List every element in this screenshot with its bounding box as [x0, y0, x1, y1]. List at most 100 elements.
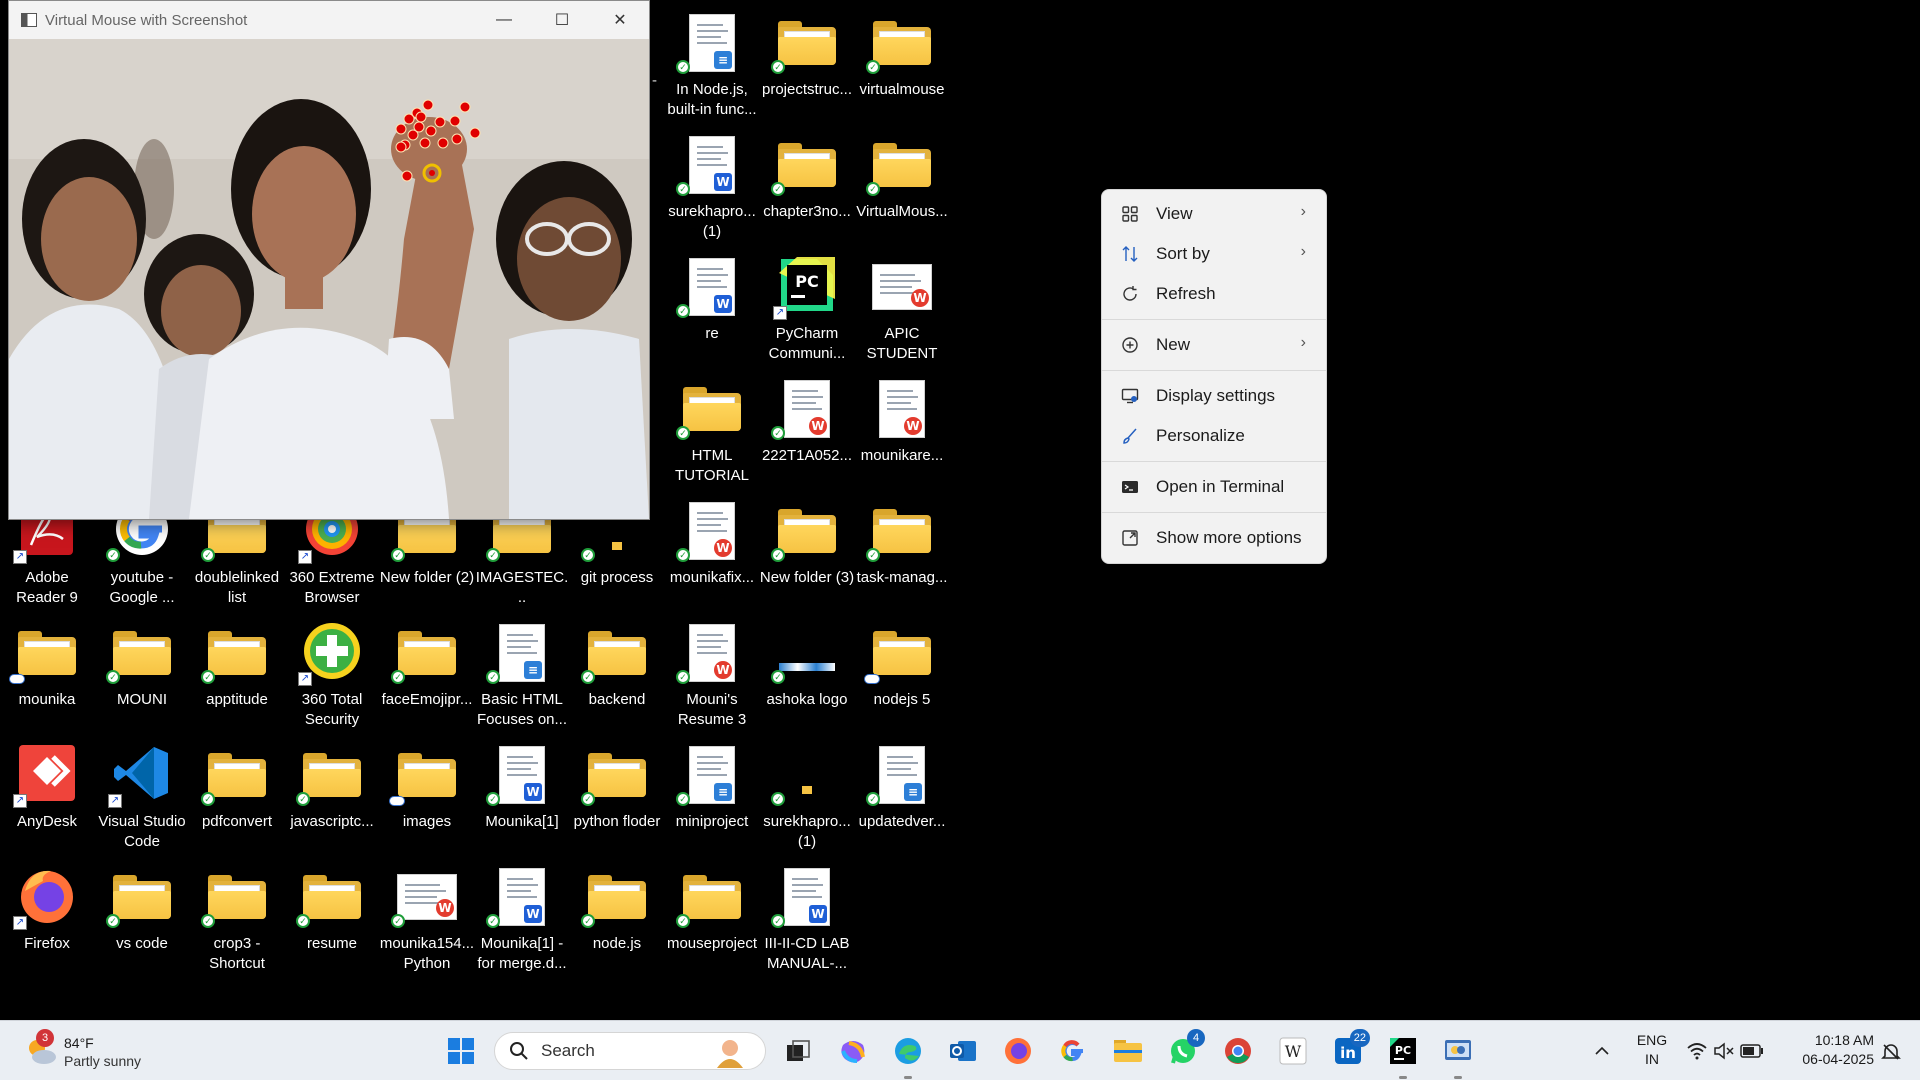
- close-button[interactable]: ✕: [591, 1, 649, 39]
- desktop-icon-222t1a[interactable]: W ✓ 222T1A052...: [761, 374, 853, 492]
- desktop-icon-nodejs5[interactable]: nodejs 5: [856, 618, 948, 736]
- desktop-icon-resume[interactable]: ✓ resume: [286, 862, 378, 980]
- desktop-icon-mounikafix[interactable]: W ✓ mounikafix...: [666, 496, 758, 614]
- edge-button[interactable]: [888, 1031, 928, 1079]
- desktop-icon-surekhapro1b[interactable]: ✓ surekhapro... (1): [761, 740, 853, 858]
- menu-item-display-settings[interactable]: Display settings: [1102, 376, 1326, 416]
- region-code: IN: [1645, 1051, 1659, 1067]
- clock[interactable]: 10:18 AM 06-04-2025: [1778, 1031, 1874, 1071]
- desktop-icon-faceemoji[interactable]: ✓ faceEmojipr...: [381, 618, 473, 736]
- desktop-icon-label: Mounika[1]: [485, 813, 559, 830]
- linkedin-button[interactable]: in 22: [1328, 1029, 1370, 1071]
- window-title-bar[interactable]: Virtual Mouse with Screenshot — ☐ ✕: [9, 1, 649, 39]
- file-explorer-button[interactable]: [1108, 1031, 1148, 1071]
- desktop-icon-vscodefolder[interactable]: ✓ vs code: [96, 862, 188, 980]
- menu-item-sort-by[interactable]: Sort by ›: [1102, 234, 1326, 274]
- pycharm-taskbar-button[interactable]: PC: [1383, 1031, 1423, 1079]
- desktop-icon-label: vs code: [116, 935, 168, 952]
- desktop-icon-mouni[interactable]: ✓ MOUNI: [96, 618, 188, 736]
- menu-item-personalize[interactable]: Personalize: [1102, 416, 1326, 456]
- desktop-icon-360security[interactable]: ↗ 360 Total Security: [286, 618, 378, 736]
- desktop-icon-re[interactable]: W ✓ re: [666, 252, 758, 370]
- desktop-icon-pdfconvert[interactable]: ✓ pdfconvert: [191, 740, 283, 858]
- desktop-icon-miniproject[interactable]: ≡ ✓ miniproject: [666, 740, 758, 858]
- desktop-icon-images[interactable]: images: [381, 740, 473, 858]
- desktop-icon-mounisresume[interactable]: W ✓ Mouni's Resume 3: [666, 618, 758, 736]
- desktop-icon-ashoka[interactable]: ✓ ashoka logo: [761, 618, 853, 736]
- desktop-icon-apptitude[interactable]: ✓ apptitude: [191, 618, 283, 736]
- notifications-button[interactable]: [1878, 1039, 1904, 1065]
- desktop-icon-projectstruc[interactable]: ✓ projectstruc...: [761, 8, 853, 126]
- desktop-icon-label: re: [705, 325, 719, 342]
- desktop-icon-virtualmous2[interactable]: ✓ VirtualMous...: [856, 130, 948, 248]
- desktop-icon-label: task-manag...: [856, 569, 948, 586]
- task-view-button[interactable]: [778, 1031, 818, 1071]
- python-app-button[interactable]: [1438, 1031, 1478, 1079]
- document-icon: W: [879, 380, 925, 438]
- google-button[interactable]: [1053, 1031, 1093, 1071]
- document-icon: W: [872, 264, 932, 310]
- sync-status-icon: ✓: [296, 792, 310, 806]
- minimize-button[interactable]: —: [475, 1, 533, 39]
- desktop-icon-updatedver[interactable]: ≡ ✓ updatedver...: [856, 740, 948, 858]
- menu-item-open-in-terminal[interactable]: Open in Terminal: [1102, 467, 1326, 507]
- chrome-button[interactable]: [1218, 1031, 1258, 1071]
- desktop-icon-mounika1[interactable]: W ✓ Mounika[1]: [476, 740, 568, 858]
- outlook-button[interactable]: [943, 1031, 983, 1071]
- desktop-icon-firefox[interactable]: ↗ Firefox: [1, 862, 93, 980]
- desktop-icon-nodejsdoc[interactable]: ≡ ✓ In Node.js, built-in func...: [666, 8, 758, 126]
- firefox-icon: [1005, 1038, 1031, 1064]
- desktop-icon-backend[interactable]: ✓ backend: [571, 618, 663, 736]
- quick-settings-button[interactable]: [1684, 1037, 1766, 1065]
- desktop-context-menu[interactable]: View › Sort by › Refresh New › Display s…: [1101, 189, 1327, 564]
- menu-item-refresh[interactable]: Refresh: [1102, 274, 1326, 314]
- desktop-icon-pycharm[interactable]: PC ↗ PyCharm Communi...: [761, 252, 853, 370]
- desktop-icon-crop3[interactable]: ✓ crop3 - Shortcut: [191, 862, 283, 980]
- desktop-icon-mouseproject[interactable]: ✓ mouseproject: [666, 862, 758, 980]
- chevron-right-icon: ›: [1300, 334, 1306, 351]
- document-icon: W: [689, 258, 735, 316]
- desktop-icon-chapter3[interactable]: ✓ chapter3no...: [761, 130, 853, 248]
- whatsapp-notification-badge: 4: [1187, 1029, 1205, 1047]
- desktop-icon-mounika[interactable]: mounika: [1, 618, 93, 736]
- taskbar-search-box[interactable]: Search: [494, 1032, 766, 1070]
- desktop-icon-newfolder3[interactable]: ✓ New folder (3): [760, 496, 854, 614]
- start-button[interactable]: [441, 1031, 481, 1071]
- whatsapp-button[interactable]: 4: [1163, 1029, 1205, 1071]
- menu-item-show-more-options[interactable]: Show more options: [1102, 518, 1326, 558]
- desktop-icon-basichtml[interactable]: ≡ ✓ Basic HTML Focuses on...: [476, 618, 568, 736]
- desktop-icon-nodejs[interactable]: ✓ node.js: [571, 862, 663, 980]
- desktop-icon-vscode[interactable]: ↗ Visual Studio Code: [96, 740, 188, 858]
- desktop-icon-iiiiicd[interactable]: W ✓ III-II-CD LAB MANUAL-...: [761, 862, 853, 980]
- show-hidden-icons-button[interactable]: [1590, 1039, 1614, 1063]
- sync-status-icon: ✓: [201, 670, 215, 684]
- menu-item-label: Refresh: [1156, 284, 1216, 303]
- desktop-icon-apic[interactable]: W APIC STUDENT C...: [856, 252, 948, 370]
- maximize-button[interactable]: ☐: [533, 1, 591, 39]
- shortcut-arrow-icon: ↗: [298, 550, 312, 564]
- folder-icon: [683, 387, 741, 431]
- copilot-button[interactable]: [833, 1031, 873, 1071]
- desktop-icon-label: Mounika[1] - for merge.d...: [477, 935, 567, 972]
- desktop-icon-label: Mouni's Resume 3: [677, 691, 747, 728]
- desktop-icon-virtualmouse[interactable]: ✓ virtualmouse: [856, 8, 948, 126]
- firefox-button[interactable]: [998, 1031, 1038, 1071]
- input-language-indicator[interactable]: ENG IN: [1632, 1031, 1672, 1071]
- desktop-icon-mounika154[interactable]: W ✓ mounika154... Python: [380, 862, 474, 980]
- menu-item-view[interactable]: View ›: [1102, 194, 1326, 234]
- menu-item-new[interactable]: New ›: [1102, 325, 1326, 365]
- folder-icon: [208, 875, 266, 919]
- desktop-icon-pythonfloder[interactable]: ✓ python floder: [571, 740, 663, 858]
- desktop-icon-mounikare[interactable]: Wmounikare...: [856, 374, 948, 492]
- desktop-icon-javascriptc[interactable]: ✓ javascriptc...: [286, 740, 378, 858]
- desktop-icon-htmltut[interactable]: ✓ HTML TUTORIAL: [666, 374, 758, 492]
- weather-widget[interactable]: 3 84°F Partly sunny: [22, 1029, 162, 1073]
- wikipedia-button[interactable]: W: [1273, 1031, 1313, 1071]
- desktop-icon-mounika1merge[interactable]: W ✓ Mounika[1] - for merge.d...: [476, 862, 568, 980]
- desktop-icon-surekhapro1[interactable]: W ✓ surekhapro... (1): [666, 130, 758, 248]
- desktop-icon-label: mounikare...: [860, 447, 944, 464]
- notepad-badge-icon: ≡: [904, 783, 922, 801]
- virtual-mouse-window[interactable]: Virtual Mouse with Screenshot — ☐ ✕: [8, 0, 650, 520]
- desktop-icon-taskmanag[interactable]: ✓ task-manag...: [856, 496, 948, 614]
- desktop-icon-anydesk[interactable]: ↗ AnyDesk: [1, 740, 93, 858]
